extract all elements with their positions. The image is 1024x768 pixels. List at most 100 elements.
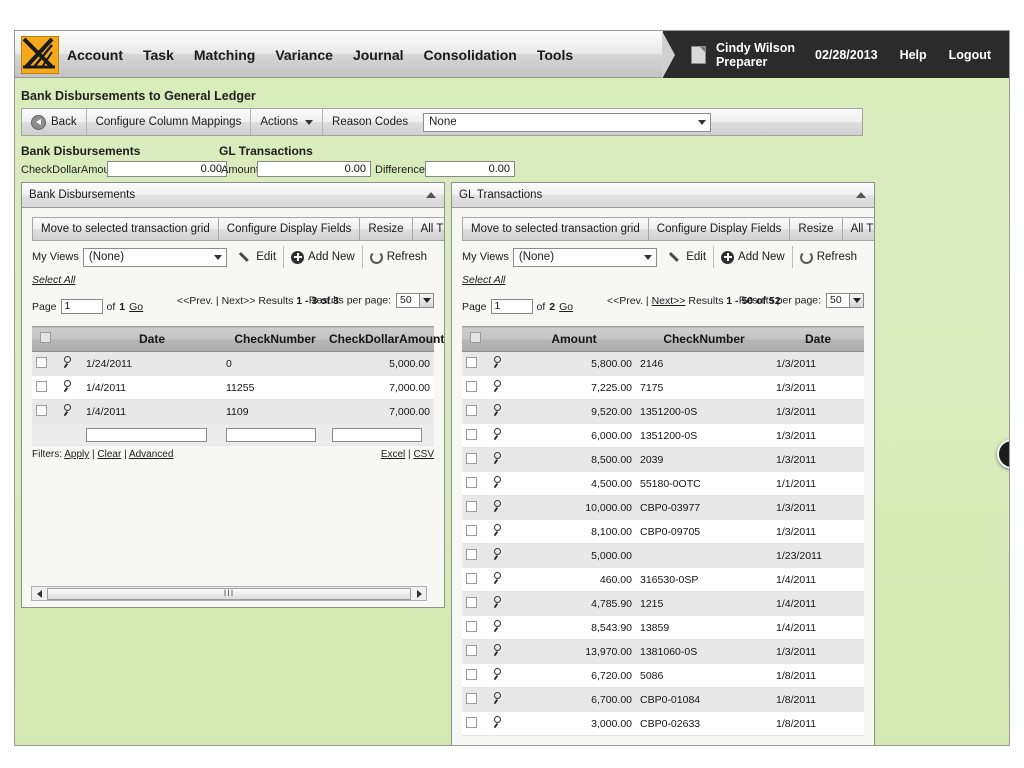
row-checkbox[interactable] xyxy=(466,428,477,440)
row-checkbox-cell[interactable] xyxy=(462,639,488,664)
nav-item-variance[interactable]: Variance xyxy=(275,47,333,63)
row-checkbox[interactable] xyxy=(36,380,47,392)
row-drilldown-cell[interactable] xyxy=(58,375,82,400)
move-to-selected-transaction-grid-button[interactable]: Move to selected transaction grid xyxy=(32,217,218,241)
magnifier-icon[interactable] xyxy=(492,476,504,488)
row-drilldown-cell[interactable] xyxy=(488,471,512,496)
magnifier-icon[interactable] xyxy=(492,572,504,584)
row-checkbox[interactable] xyxy=(466,380,477,392)
table-row[interactable]: 6,700.00 CBP0-01084 1/8/2011 xyxy=(462,687,864,712)
row-drilldown-cell[interactable] xyxy=(488,447,512,472)
row-checkbox-cell[interactable] xyxy=(462,471,488,496)
magnifier-icon[interactable] xyxy=(492,644,504,656)
filters-apply-link[interactable]: Apply xyxy=(64,449,89,460)
row-checkbox[interactable] xyxy=(466,596,477,608)
row-checkbox[interactable] xyxy=(466,668,477,680)
row-checkbox[interactable] xyxy=(466,620,477,632)
row-drilldown-cell[interactable] xyxy=(488,639,512,664)
header-checkbox[interactable] xyxy=(39,332,51,343)
row-checkbox-cell[interactable] xyxy=(462,399,488,424)
table-row[interactable]: 6,000.00 1351200-0S 1/3/2011 xyxy=(462,423,864,448)
row-drilldown-cell[interactable] xyxy=(488,711,512,736)
table-row[interactable]: 4,500.00 55180-0OTC 1/1/2011 xyxy=(462,471,864,496)
magnifier-icon[interactable] xyxy=(492,692,504,704)
all-txns-button[interactable]: All Txns xyxy=(841,217,874,241)
magnifier-icon[interactable] xyxy=(492,524,504,536)
magnifier-icon[interactable] xyxy=(492,596,504,608)
row-checkbox-cell[interactable] xyxy=(462,351,488,376)
difference-field[interactable]: 0.00 xyxy=(425,161,515,177)
add-new-view-button[interactable]: Add New xyxy=(283,246,362,268)
resize-button[interactable]: Resize xyxy=(359,217,412,241)
magnifier-icon[interactable] xyxy=(62,356,74,368)
magnifier-icon[interactable] xyxy=(62,404,74,416)
row-checkbox-cell[interactable] xyxy=(462,591,488,616)
header-checkbox[interactable] xyxy=(469,332,481,343)
magnifier-icon[interactable] xyxy=(62,380,74,392)
nav-item-consolidation[interactable]: Consolidation xyxy=(424,47,517,63)
row-checkbox-cell[interactable] xyxy=(462,495,488,520)
row-checkbox[interactable] xyxy=(466,716,477,728)
my-views-select[interactable]: (None) xyxy=(512,247,658,267)
column-header-date[interactable]: Date xyxy=(82,326,222,352)
edit-view-button[interactable]: Edit xyxy=(233,246,283,268)
row-checkbox-cell[interactable] xyxy=(462,423,488,448)
select-all-link[interactable]: Select All xyxy=(462,274,505,286)
row-checkbox-cell[interactable] xyxy=(32,399,58,424)
row-checkbox[interactable] xyxy=(466,644,477,656)
row-checkbox-cell[interactable] xyxy=(462,687,488,712)
row-checkbox-cell[interactable] xyxy=(462,543,488,568)
row-checkbox[interactable] xyxy=(466,476,477,488)
filter-cell-check-number[interactable] xyxy=(222,423,328,446)
row-checkbox[interactable] xyxy=(466,404,477,416)
table-row[interactable]: 5,800.00 2146 1/3/2011 xyxy=(462,351,864,376)
results-per-page-select[interactable]: 50 xyxy=(826,293,864,308)
add-new-view-button[interactable]: Add New xyxy=(713,246,792,268)
scroll-right-arrow-icon[interactable] xyxy=(412,587,426,600)
table-row[interactable]: 1/4/2011 11255 7,000.00 xyxy=(32,375,434,400)
row-drilldown-cell[interactable] xyxy=(488,543,512,568)
table-row[interactable]: 8,100.00 CBP0-09705 1/3/2011 xyxy=(462,519,864,544)
row-drilldown-cell[interactable] xyxy=(488,567,512,592)
filter-input-check-number[interactable] xyxy=(226,427,317,442)
magnifier-icon[interactable] xyxy=(492,356,504,368)
horizontal-scrollbar[interactable]: III xyxy=(31,586,427,601)
row-checkbox[interactable] xyxy=(466,356,477,368)
page-number-input[interactable]: 1 xyxy=(490,299,533,314)
check-dollar-amount-field[interactable]: 0.00 xyxy=(107,161,227,177)
magnifier-icon[interactable] xyxy=(492,380,504,392)
go-link[interactable]: Go xyxy=(559,301,573,313)
row-drilldown-cell[interactable] xyxy=(488,615,512,640)
row-drilldown-cell[interactable] xyxy=(488,495,512,520)
prev-link[interactable]: <<Prev. xyxy=(607,295,643,307)
next-link[interactable]: Next>> xyxy=(222,295,256,307)
nav-item-tools[interactable]: Tools xyxy=(537,47,573,63)
column-header-checknumber[interactable]: CheckNumber xyxy=(222,326,328,352)
table-row[interactable]: 13,970.00 1381060-0S 1/3/2011 xyxy=(462,639,864,664)
row-drilldown-cell[interactable] xyxy=(488,519,512,544)
table-row[interactable]: 10,000.00 CBP0-03977 1/3/2011 xyxy=(462,495,864,520)
configure-display-fields-button[interactable]: Configure Display Fields xyxy=(217,217,360,241)
column-header-checknumber[interactable]: CheckNumber xyxy=(636,326,772,352)
configure-display-fields-button[interactable]: Configure Display Fields xyxy=(647,217,790,241)
row-checkbox-cell[interactable] xyxy=(462,375,488,400)
magnifier-icon[interactable] xyxy=(492,452,504,464)
results-per-page-select[interactable]: 50 xyxy=(396,293,434,308)
row-checkbox-cell[interactable] xyxy=(462,615,488,640)
nav-item-account[interactable]: Account xyxy=(67,47,123,63)
scrollbar-thumb[interactable]: III xyxy=(47,587,411,600)
row-drilldown-cell[interactable] xyxy=(488,351,512,376)
row-checkbox-cell[interactable] xyxy=(32,351,58,376)
row-checkbox[interactable] xyxy=(466,692,477,704)
row-checkbox[interactable] xyxy=(466,524,477,536)
row-drilldown-cell[interactable] xyxy=(488,663,512,688)
table-row[interactable]: 5,000.00 1/23/2011 xyxy=(462,543,864,568)
prev-link[interactable]: <<Prev. xyxy=(177,295,213,307)
filters-advanced-link[interactable]: Advanced xyxy=(129,449,173,460)
filter-cell-date[interactable] xyxy=(82,423,222,446)
document-icon[interactable] xyxy=(690,46,706,64)
actions-menu-button[interactable]: Actions xyxy=(251,109,324,135)
row-checkbox-cell[interactable] xyxy=(32,375,58,400)
resize-button[interactable]: Resize xyxy=(789,217,842,241)
row-drilldown-cell[interactable] xyxy=(58,399,82,424)
